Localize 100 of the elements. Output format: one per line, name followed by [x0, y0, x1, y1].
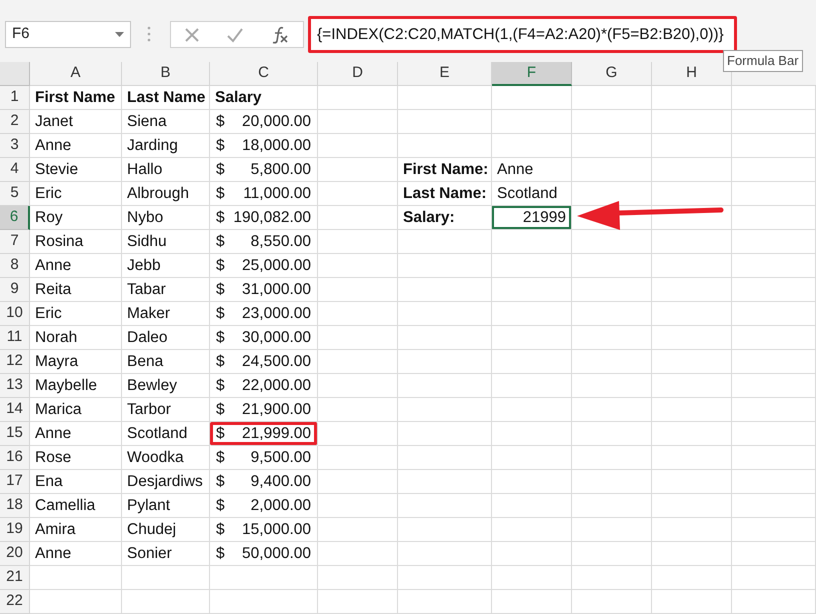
table-cell: Rosina [30, 230, 122, 254]
row-header[interactable]: 8 [0, 254, 30, 278]
table-cell: Bena [122, 350, 210, 374]
table-cell: Jarding [122, 134, 210, 158]
table-cell: $ 15,000.00 [210, 518, 318, 542]
table-cell: Anne [30, 542, 122, 566]
table-cell: Chudej [122, 518, 210, 542]
row-header[interactable]: 10 [0, 302, 30, 326]
field-label: First Name: [398, 158, 492, 182]
table-cell: Maybelle [30, 374, 122, 398]
table-cell: Bewley [122, 374, 210, 398]
table-cell: Amira [30, 518, 122, 542]
table-cell: $ 23,000.00 [210, 302, 318, 326]
table-cell: Woodka [122, 446, 210, 470]
table-cell: $ 31,000.00 [210, 278, 318, 302]
column-header[interactable]: C [210, 62, 318, 86]
row-header[interactable]: 7 [0, 230, 30, 254]
table-cell: $ 9,400.00 [210, 470, 318, 494]
table-cell: $ 20,000.00 [210, 110, 318, 134]
table-cell: Anne [492, 158, 572, 182]
table-cell: Marica [30, 398, 122, 422]
table-cell: $ 18,000.00 [210, 134, 318, 158]
table-cell: Reita [30, 278, 122, 302]
checkmark-icon[interactable] [226, 26, 244, 42]
row-header[interactable]: 13 [0, 374, 30, 398]
column-header[interactable]: F [492, 62, 572, 86]
row-header[interactable]: 21 [0, 566, 30, 590]
row-header[interactable]: 17 [0, 470, 30, 494]
table-cell: Tarbor [122, 398, 210, 422]
table-cell: Scotland [122, 422, 210, 446]
table-cell: $ 11,000.00 [210, 182, 318, 206]
table-cell: $ 2,000.00 [210, 494, 318, 518]
cancel-icon[interactable] [184, 26, 200, 42]
table-cell: $ 21,900.00 [210, 398, 318, 422]
table-cell: Janet [30, 110, 122, 134]
row-header[interactable]: 16 [0, 446, 30, 470]
row-header[interactable]: 20 [0, 542, 30, 566]
table-cell: Eric [30, 302, 122, 326]
table-cell: $ 190,082.00 [210, 206, 318, 230]
column-header[interactable]: B [122, 62, 210, 86]
table-cell: Hallo [122, 158, 210, 182]
column-header[interactable]: A [30, 62, 122, 86]
select-all-corner[interactable] [0, 62, 30, 86]
row-header[interactable]: 19 [0, 518, 30, 542]
column-header[interactable]: D [318, 62, 398, 86]
table-cell: Siena [122, 110, 210, 134]
field-label: Salary: [398, 206, 492, 230]
column-header[interactable]: G [572, 62, 652, 86]
tooltip: Formula Bar [723, 50, 803, 72]
table-cell: Pylant [122, 494, 210, 518]
table-cell: Desjardiws [122, 470, 210, 494]
table-cell: $ 25,000.00 [210, 254, 318, 278]
selected-cell: 21999 [492, 206, 572, 230]
row-header[interactable]: 15 [0, 422, 30, 446]
row-header[interactable]: 18 [0, 494, 30, 518]
drag-handle-icon[interactable] [147, 25, 151, 43]
table-cell: Scotland [492, 182, 572, 206]
table-cell: $ 50,000.00 [210, 542, 318, 566]
row-header[interactable]: 3 [0, 134, 30, 158]
table-cell: Anne [30, 134, 122, 158]
row-header[interactable]: 11 [0, 326, 30, 350]
formula-bar[interactable]: {=INDEX(C2:C20,MATCH(1,(F4=A2:A20)*(F5=B2:B20),0))} [308, 16, 737, 53]
table-cell: Mayra [30, 350, 122, 374]
table-cell: Maker [122, 302, 210, 326]
column-title: Salary [210, 86, 318, 110]
table-cell: Anne [30, 422, 122, 446]
row-header[interactable]: 4 [0, 158, 30, 182]
column-title: Last Name [122, 86, 210, 110]
row-header[interactable]: 9 [0, 278, 30, 302]
table-cell: Anne [30, 254, 122, 278]
column-header[interactable]: H [652, 62, 732, 86]
table-cell: Tabar [122, 278, 210, 302]
dropdown-caret-icon [115, 32, 124, 37]
name-box[interactable]: F6 [5, 21, 131, 48]
table-cell: $ 8,550.00 [210, 230, 318, 254]
table-cell: Camellia [30, 494, 122, 518]
row-header[interactable]: 1 [0, 86, 30, 110]
column-header[interactable]: E [398, 62, 492, 86]
table-cell: $ 9,500.00 [210, 446, 318, 470]
table-cell: Rose [30, 446, 122, 470]
table-cell: $ 5,800.00 [210, 158, 318, 182]
function-icon[interactable] [270, 24, 290, 44]
row-header[interactable]: 6 [0, 206, 30, 230]
field-label: Last Name: [398, 182, 492, 206]
table-cell: $ 24,500.00 [210, 350, 318, 374]
row-header[interactable]: 12 [0, 350, 30, 374]
table-cell: Norah [30, 326, 122, 350]
name-box-value: F6 [12, 24, 31, 44]
row-header[interactable]: 2 [0, 110, 30, 134]
table-cell: $ 30,000.00 [210, 326, 318, 350]
row-header[interactable]: 14 [0, 398, 30, 422]
table-cell: Albrough [122, 182, 210, 206]
column-title: First Name [30, 86, 122, 110]
table-cell: Eric [30, 182, 122, 206]
row-header[interactable]: 22 [0, 590, 30, 614]
row-header[interactable]: 5 [0, 182, 30, 206]
table-cell: Ena [30, 470, 122, 494]
table-cell: Roy [30, 206, 122, 230]
table-cell: Daleo [122, 326, 210, 350]
table-cell: Jebb [122, 254, 210, 278]
